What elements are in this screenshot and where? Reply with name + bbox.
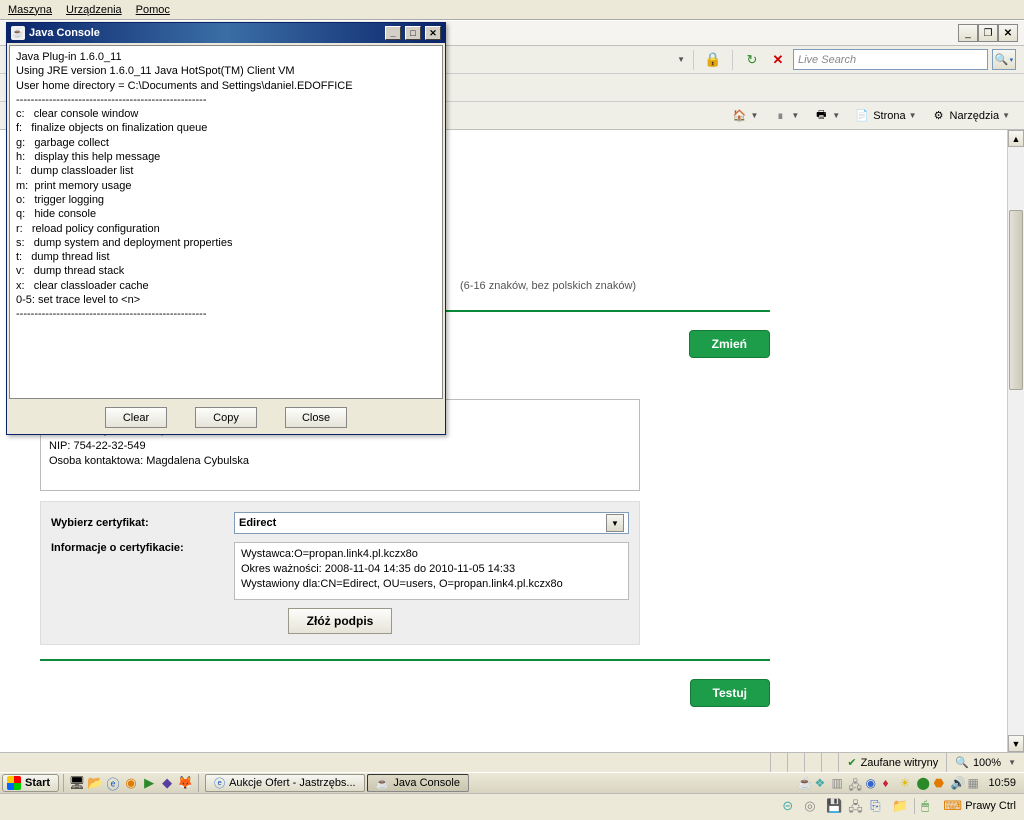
zloz-podpis-button[interactable]: Złóż podpis	[288, 608, 393, 634]
feeds-button[interactable]: ∎▼	[768, 106, 803, 126]
cert-info-line: Wystawca:O=propan.link4.pl.kczx8o	[241, 547, 622, 562]
tray-icon[interactable]: ⬤	[916, 776, 930, 790]
cert-select-label: Wybierz certyfikat:	[51, 517, 226, 529]
cert-info-line: Okres ważności: 2008-11-04 14:35 do 2010…	[241, 562, 622, 577]
page-icon: 📄	[854, 108, 870, 124]
task-java-console[interactable]: ☕Java Console	[367, 774, 469, 792]
stop-button[interactable]: ✕	[767, 49, 789, 71]
tray-icon[interactable]: ⬣	[933, 776, 947, 790]
tools-menu[interactable]: ⚙Narzędzia▼	[927, 106, 1014, 126]
scroll-up-button[interactable]: ▲	[1008, 130, 1024, 147]
cert-info-label: Informacje o certyfikacie:	[51, 542, 226, 554]
cert-select[interactable]: Edirect ▼	[234, 512, 629, 534]
java-console-window: ☕ Java Console _ □ ✕ Java Plug-in 1.6.0_…	[6, 22, 446, 435]
divider	[40, 659, 770, 661]
refresh-button[interactable]: ↻	[741, 49, 763, 71]
vm-host-key: Prawy Ctrl	[965, 800, 1016, 812]
home-button[interactable]: 🏠▼	[727, 106, 762, 126]
vm-floppy-icon[interactable]: 💾	[826, 798, 842, 814]
vm-status-bar: ⊝ ◎ 💾 🖧 ⎘ 📁 🖱 ⌨ Prawy Ctrl	[0, 793, 1024, 817]
zoom-level[interactable]: 🔍100%▼	[946, 753, 1024, 772]
lock-icon: 🔒	[702, 49, 724, 71]
shield-icon: ✔	[847, 756, 856, 769]
ql-desktop-icon[interactable]: 🖥	[68, 774, 86, 792]
tray-icon[interactable]: ☀	[899, 776, 913, 790]
java-console-title: Java Console	[29, 27, 381, 39]
gear-icon: ⚙	[931, 108, 947, 124]
page-menu[interactable]: 📄Strona▼	[850, 106, 920, 126]
trusted-sites: ✔Zaufane witryny	[838, 753, 946, 772]
browser-status-bar: ✔Zaufane witryny 🔍100%▼	[0, 752, 1024, 772]
close-button[interactable]: ✕	[998, 24, 1018, 42]
java-console-titlebar[interactable]: ☕ Java Console _ □ ✕	[7, 23, 445, 43]
cert-info-line: Wystawiony dla:CN=Edirect, OU=users, O=p…	[241, 577, 622, 592]
home-icon: 🏠	[731, 108, 747, 124]
zmien-button[interactable]: Zmień	[689, 330, 770, 358]
test-line: NIP: 754-22-32-549	[49, 439, 631, 454]
vm-disk-icon[interactable]: ⊝	[782, 798, 798, 814]
scroll-down-button[interactable]: ▼	[1008, 735, 1024, 752]
tray-icon[interactable]: ◉	[865, 776, 879, 790]
testuj-button[interactable]: Testuj	[690, 679, 770, 707]
vm-usb-icon[interactable]: ⎘	[870, 798, 886, 814]
ql-firefox-icon[interactable]: 🦊	[176, 774, 194, 792]
addr-dropdown-icon[interactable]: ▼	[677, 55, 685, 64]
tray-icon[interactable]: ♦	[882, 776, 896, 790]
jc-maximize-button[interactable]: □	[405, 26, 421, 40]
cert-info-box: Wystawca:O=propan.link4.pl.kczx8o Okres …	[234, 542, 629, 600]
tray-volume-icon[interactable]: 🔊	[950, 776, 964, 790]
minimize-button[interactable]: _	[958, 24, 978, 42]
ql-app-icon[interactable]: ◆	[158, 774, 176, 792]
clock[interactable]: 10:59	[988, 777, 1016, 789]
zoom-icon: 🔍	[955, 756, 969, 769]
print-icon: 🖶	[813, 108, 829, 124]
ql-ie-icon[interactable]: ⓔ	[104, 774, 122, 792]
java-icon: ☕	[376, 777, 390, 790]
scrollbar[interactable]: ▲ ▼	[1007, 130, 1024, 752]
tray-icon[interactable]: 🖧	[848, 776, 862, 790]
windows-logo-icon	[7, 776, 21, 790]
vm-key-icon[interactable]: ⌨	[943, 798, 959, 814]
test-line: Osoba kontaktowa: Magdalena Cybulska	[49, 454, 631, 469]
vm-shared-icon[interactable]: 📁	[892, 798, 908, 814]
tray-icon[interactable]: ❖	[814, 776, 828, 790]
jc-close-button[interactable]: ✕	[425, 26, 441, 40]
task-ie[interactable]: ⓔAukcje Ofert - Jastrzębs...	[205, 774, 365, 792]
vm-menu-machine[interactable]: Maszyna	[8, 4, 52, 16]
jc-minimize-button[interactable]: _	[385, 26, 401, 40]
vm-menu-help[interactable]: Pomoc	[136, 4, 170, 16]
tray-icon[interactable]: ▦	[967, 776, 981, 790]
system-tray: ☕ ❖ ▥ 🖧 ◉ ♦ ☀ ⬤ ⬣ 🔊 ▦ 10:59	[797, 776, 1022, 790]
chevron-down-icon[interactable]: ▼	[606, 514, 624, 532]
jc-close-button2[interactable]: Close	[285, 407, 347, 428]
tray-icon[interactable]: ▥	[831, 776, 845, 790]
maximize-button[interactable]: ❐	[978, 24, 998, 42]
ql-explorer-icon[interactable]: 📂	[86, 774, 104, 792]
cert-select-value: Edirect	[239, 517, 276, 529]
ql-media-icon[interactable]: ◉	[122, 774, 140, 792]
search-input[interactable]: Live Search	[793, 49, 988, 70]
start-button[interactable]: Start	[2, 774, 59, 792]
password-hint: (6-16 znaków, bez polskich znaków)	[460, 280, 940, 292]
print-button[interactable]: 🖶▼	[809, 106, 844, 126]
tray-java-icon[interactable]: ☕	[797, 776, 811, 790]
vm-mouse-icon[interactable]: 🖱	[921, 798, 937, 814]
java-icon: ☕	[11, 26, 25, 40]
jc-copy-button[interactable]: Copy	[195, 407, 257, 428]
search-go-button[interactable]: 🔍▾	[992, 49, 1016, 70]
jc-clear-button[interactable]: Clear	[105, 407, 167, 428]
vm-menubar: Maszyna Urządzenia Pomoc	[0, 0, 1024, 20]
taskbar: Start 🖥 📂 ⓔ ◉ ▶ ◆ 🦊 ⓔAukcje Ofert - Jast…	[0, 772, 1024, 793]
vm-cd-icon[interactable]: ◎	[804, 798, 820, 814]
ie-icon: ⓔ	[214, 775, 225, 791]
scroll-thumb[interactable]	[1009, 210, 1023, 390]
vm-menu-devices[interactable]: Urządzenia	[66, 4, 122, 16]
java-console-output[interactable]: Java Plug-in 1.6.0_11 Using JRE version …	[9, 45, 443, 399]
certificate-panel: Wybierz certyfikat: Edirect ▼ Informacje…	[40, 501, 640, 645]
rss-icon: ∎	[772, 108, 788, 124]
ql-player-icon[interactable]: ▶	[140, 774, 158, 792]
vm-net-icon[interactable]: 🖧	[848, 798, 864, 814]
